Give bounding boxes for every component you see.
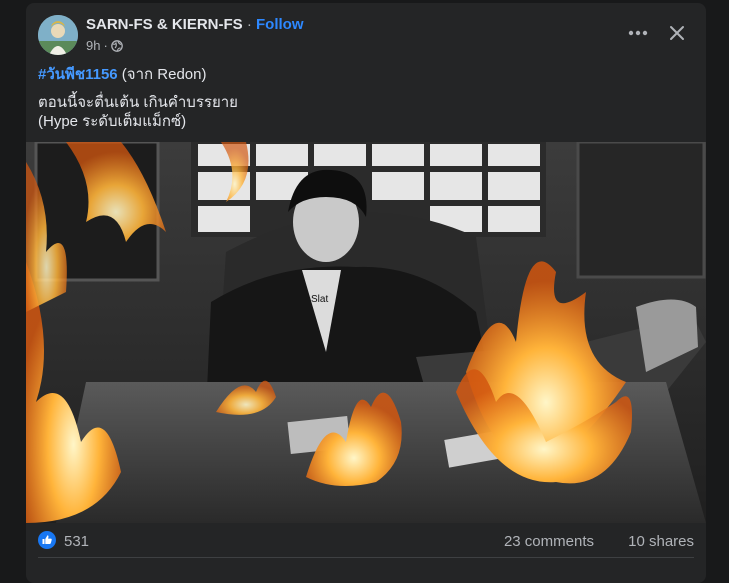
- close-icon: [670, 26, 684, 40]
- hashtag-source: (จาก Redon): [117, 66, 207, 83]
- photo-illustration: Slat: [26, 142, 706, 523]
- separator-dot: ·: [246, 16, 252, 33]
- author-line: SARN-FS & KIERN-FS · Follow: [86, 16, 304, 33]
- post-card: SARN-FS & KIERN-FS · Follow 9h · #วันพีช…: [26, 3, 706, 583]
- post-text: #วันพีช1156 (จาก Redon) ตอนนี้จะตื่นเต้น…: [38, 65, 238, 131]
- post-body-line: (Hype ระดับเต็มแม็กซ์): [38, 113, 187, 130]
- more-options-button[interactable]: [624, 19, 652, 47]
- post-body-line: ตอนนี้จะตื่นเต้น เกินคำบรรยาย: [38, 94, 238, 111]
- post-photo[interactable]: Slat: [26, 142, 706, 523]
- like-count[interactable]: 531: [64, 533, 89, 550]
- more-icon: [628, 30, 648, 36]
- post-header: SARN-FS & KIERN-FS · Follow 9h ·: [26, 3, 706, 63]
- hashtag-link[interactable]: #วันพีช1156: [38, 66, 118, 83]
- post-meta: 9h ·: [86, 38, 123, 53]
- shirt-text: Slat: [311, 294, 328, 305]
- close-button[interactable]: [663, 19, 691, 47]
- follow-button[interactable]: Follow: [256, 16, 304, 33]
- comments-count[interactable]: 23 comments: [504, 533, 594, 550]
- post-time[interactable]: 9h: [86, 38, 100, 53]
- author-avatar[interactable]: [38, 15, 78, 55]
- like-icon[interactable]: [38, 531, 56, 549]
- shares-count[interactable]: 10 shares: [628, 533, 694, 550]
- meta-separator: ·: [103, 38, 108, 53]
- hashtag-line: #วันพีช1156 (จาก Redon): [38, 65, 238, 84]
- author-name[interactable]: SARN-FS & KIERN-FS: [86, 16, 243, 33]
- globe-icon[interactable]: [110, 39, 123, 52]
- stats-divider: [38, 557, 694, 558]
